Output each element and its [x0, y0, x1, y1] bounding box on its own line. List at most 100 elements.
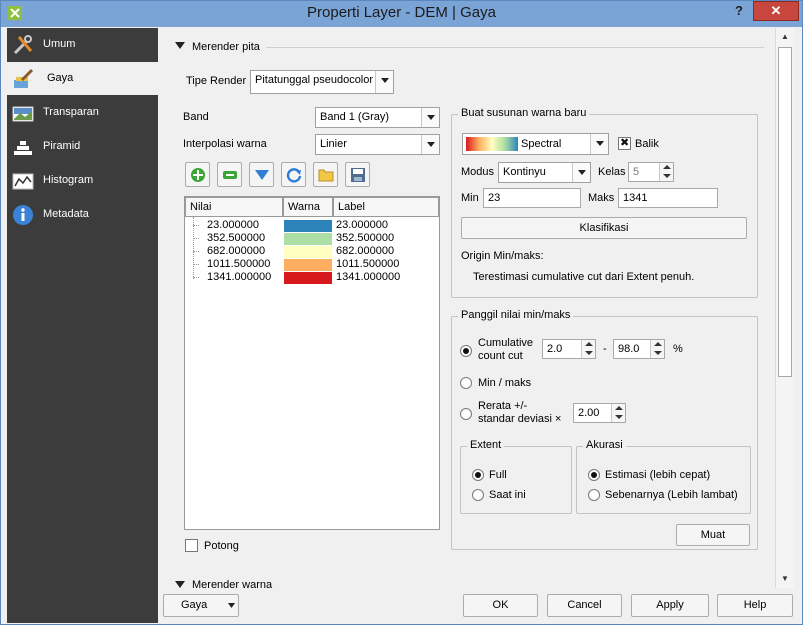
tools-icon: [13, 35, 33, 55]
save-icon: [351, 168, 365, 182]
invert-checkbox[interactable]: [618, 136, 631, 150]
style-content-area: Merender pita Tipe Render Pitatunggal ps…: [158, 28, 771, 591]
column-header-value[interactable]: Nilai: [185, 197, 283, 217]
interpolation-select[interactable]: Linier: [315, 134, 440, 155]
classes-spinbox[interactable]: 5: [628, 162, 674, 182]
stddev-radio[interactable]: [460, 408, 472, 420]
table-row-value[interactable]: 352.500000: [207, 232, 265, 244]
color-map-table[interactable]: Nilai Warna Label 23.000000 23.000000 352.…: [184, 196, 440, 530]
ok-button[interactable]: OK: [463, 594, 538, 617]
band-value: Band 1 (Gray): [320, 111, 390, 123]
accuracy-actual-radio[interactable]: [588, 489, 600, 501]
table-row-color-swatch[interactable]: [284, 259, 332, 271]
collapse-arrow-icon[interactable]: [175, 581, 185, 589]
stddev-spinbox[interactable]: 2.00: [573, 403, 626, 423]
origin-description: Terestimasi cumulative cut dari Extent p…: [473, 271, 695, 283]
table-row-label[interactable]: 682.000000: [336, 245, 394, 257]
min-input[interactable]: 23: [483, 188, 581, 208]
stddev-label-2: standar deviasi ×: [478, 413, 562, 425]
accuracy-estimate-radio[interactable]: [588, 469, 600, 481]
sidebar-item-gaya[interactable]: Gaya: [7, 62, 158, 95]
tree-connector: [193, 277, 199, 278]
sidebar-item-transparan[interactable]: Transparan: [7, 96, 158, 129]
cumulative-cut-radio[interactable]: [460, 345, 472, 357]
table-row-value[interactable]: 23.000000: [207, 219, 259, 231]
reload-button[interactable]: [281, 162, 306, 187]
add-entry-button[interactable]: [185, 162, 210, 187]
load-button[interactable]: Muat: [676, 524, 750, 546]
extent-current-label: Saat ini: [489, 489, 526, 501]
add-icon: [191, 168, 205, 182]
cut-min-spinbox[interactable]: 2.0: [542, 339, 596, 359]
band-render-panel: Tipe Render Pitatunggal pseudocolor Band…: [169, 53, 768, 561]
table-row-label[interactable]: 23.000000: [336, 219, 388, 231]
section-divider: [266, 47, 764, 48]
sidebar-item-piramid[interactable]: Piramid: [7, 130, 158, 163]
scrollbar-thumb[interactable]: [778, 47, 792, 377]
cut-max-value: 98.0: [618, 343, 640, 355]
refresh-icon: [286, 168, 302, 183]
collapse-arrow-icon[interactable]: [175, 42, 185, 50]
spin-up-icon: [650, 340, 664, 349]
sidebar-item-label: Gaya: [47, 72, 74, 84]
classify-button[interactable]: Klasifikasi: [461, 217, 747, 239]
table-row-value[interactable]: 1341.000000: [207, 271, 271, 283]
chevron-down-icon: [590, 134, 608, 154]
extent-current-radio[interactable]: [472, 489, 484, 501]
scroll-down-icon[interactable]: ▼: [779, 574, 791, 584]
invert-label: Balik: [635, 138, 659, 150]
save-file-button[interactable]: [345, 162, 370, 187]
sidebar-item-histogram[interactable]: Histogram: [7, 164, 158, 197]
table-row-value[interactable]: 1011.500000: [207, 258, 270, 270]
cut-max-spinbox[interactable]: 98.0: [613, 339, 665, 359]
sidebar-item-label: Metadata: [43, 208, 89, 220]
extent-group-title: Extent: [467, 439, 505, 451]
column-header-color[interactable]: Warna: [283, 197, 333, 217]
accuracy-estimate-label: Estimasi (lebih cepat): [605, 469, 711, 481]
scroll-up-icon[interactable]: ▲: [779, 32, 791, 42]
clip-checkbox[interactable]: [185, 539, 198, 552]
folder-icon: [318, 169, 334, 182]
cut-min-value: 2.0: [547, 343, 563, 355]
cancel-button[interactable]: Cancel: [547, 594, 622, 617]
help-button[interactable]: Help: [717, 594, 793, 617]
chevron-down-icon: [572, 163, 590, 182]
apply-button[interactable]: Apply: [631, 594, 709, 617]
table-row-color-swatch[interactable]: [284, 233, 332, 245]
mode-value: Kontinyu: [503, 166, 546, 178]
layer-properties-window: Properti Layer - DEM | Gaya ? ✕ Umum Gay…: [0, 0, 803, 625]
vertical-scrollbar[interactable]: ▲ ▼: [775, 28, 794, 588]
tree-guide-line: [193, 217, 194, 279]
color-ramp-select[interactable]: Spectral: [462, 133, 609, 155]
render-type-select[interactable]: Pitatunggal pseudocolor: [250, 70, 394, 94]
band-label: Band: [183, 111, 209, 123]
table-row-label[interactable]: 1341.000000: [336, 271, 400, 283]
sidebar-item-metadata[interactable]: Metadata: [7, 198, 158, 231]
paintbrush-icon: [14, 68, 34, 88]
table-row-label[interactable]: 1011.500000: [336, 258, 399, 270]
table-row-color-swatch[interactable]: [284, 220, 332, 232]
table-row-color-swatch[interactable]: [284, 246, 332, 258]
stddev-value: 2.00: [578, 407, 600, 419]
max-input[interactable]: 1341: [618, 188, 718, 208]
sort-entries-button[interactable]: [249, 162, 274, 187]
minmax-radio[interactable]: [460, 377, 472, 389]
table-row-color-swatch[interactable]: [284, 272, 332, 284]
help-title-button[interactable]: ?: [729, 3, 749, 21]
mode-select[interactable]: Kontinyu: [498, 162, 591, 183]
extent-full-radio[interactable]: [472, 469, 484, 481]
remove-entry-button[interactable]: [217, 162, 242, 187]
column-header-label[interactable]: Label: [333, 197, 439, 217]
sidebar-item-umum[interactable]: Umum: [7, 28, 158, 61]
table-row-value[interactable]: 682.000000: [207, 245, 265, 257]
load-file-button[interactable]: [313, 162, 338, 187]
new-color-group: Buat susunan warna baru Spectral Balik M…: [451, 107, 758, 298]
spin-down-icon: [659, 172, 673, 181]
band-select[interactable]: Band 1 (Gray): [315, 107, 440, 128]
style-menu-button[interactable]: Gaya: [163, 594, 239, 617]
table-row-label[interactable]: 352.500000: [336, 232, 394, 244]
max-label: Maks: [588, 192, 615, 204]
sidebar-item-label: Histogram: [43, 174, 94, 186]
histogram-icon: [12, 173, 34, 190]
close-button[interactable]: ✕: [753, 1, 799, 21]
